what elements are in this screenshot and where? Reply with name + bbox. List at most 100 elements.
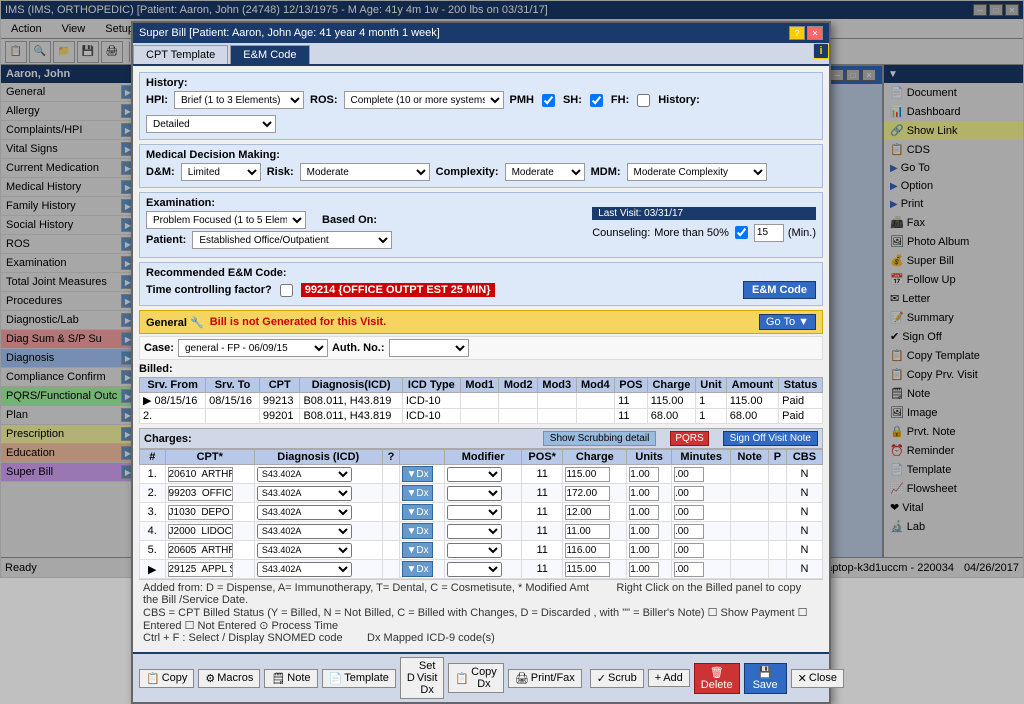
footer-copy-button[interactable]: 📋 Copy	[139, 669, 194, 688]
footer-setvisitdx-button[interactable]: D Set Visit Dx	[400, 657, 445, 699]
footer-copydx-button[interactable]: 📋 Copy Dx	[448, 663, 503, 693]
complexity-select[interactable]: Moderate	[505, 163, 585, 181]
charges-minutes-5[interactable]	[674, 543, 704, 558]
charges-diag-5[interactable]: S43.402AF17.200	[257, 543, 352, 558]
footer-template-button[interactable]: 📄 Template	[322, 669, 396, 688]
billed-row-2[interactable]: 2. 99201 B08.011, H43.819 ICD-10	[140, 409, 823, 424]
charges-row-2[interactable]: 2. S43.402A ▼Dx 11	[140, 484, 823, 503]
ros-select[interactable]: Complete (10 or more systems)	[344, 91, 504, 109]
charges-modifier-5[interactable]	[447, 543, 502, 558]
charges-diag-6[interactable]: S43.402AF17.200	[257, 562, 352, 577]
patient-label: Patient:	[146, 234, 186, 246]
charges-label: Charges:	[144, 433, 192, 445]
dx-btn-2[interactable]: ▼Dx	[402, 485, 432, 501]
tab-cpt-template[interactable]: CPT Template	[133, 45, 228, 64]
charges-cpt-1[interactable]	[168, 467, 233, 482]
charges-row-1[interactable]: 1. S43.402A ▼Dx 11	[140, 465, 823, 484]
counseling-checkbox[interactable]	[735, 226, 748, 239]
dx-btn-1[interactable]: ▼Dx	[402, 466, 432, 482]
recommended-code: 99214 {OFFICE OUTPT EST 25 MIN}	[301, 283, 495, 297]
pmh-checkbox[interactable]	[542, 94, 555, 107]
minutes-input[interactable]	[754, 224, 784, 242]
time-factor-checkbox[interactable]	[280, 284, 293, 297]
show-scrub-button[interactable]: Show Scrubbing detail	[543, 431, 657, 446]
charges-charge-1[interactable]	[565, 467, 610, 482]
charges-diag-1[interactable]: S43.402A	[257, 467, 352, 482]
pqrs-button[interactable]: PQRS	[670, 431, 708, 446]
em-code-button[interactable]: E&M Code	[743, 281, 816, 299]
charges-units-6[interactable]	[629, 562, 659, 577]
charges-charge-5[interactable]	[565, 543, 610, 558]
dx-btn-3[interactable]: ▼Dx	[402, 504, 432, 520]
footer-save-button[interactable]: 💾 Save	[744, 663, 787, 694]
charges-cpt-5[interactable]	[168, 543, 233, 558]
footer-close-button[interactable]: ✕ Close	[791, 669, 844, 688]
tab-em-code[interactable]: E&M Code	[230, 45, 309, 64]
charges-row-5[interactable]: 5. S43.402AF17.200 ▼Dx 11	[140, 541, 823, 560]
charges-row-4[interactable]: 4. S43.402A ▼Dx 11	[140, 522, 823, 541]
charges-units-4[interactable]	[629, 524, 659, 539]
last-visit-display: Last Visit: 03/31/17	[592, 207, 816, 220]
charges-units-2[interactable]	[629, 486, 659, 501]
charges-cpt-2[interactable]	[168, 486, 233, 501]
dm-select[interactable]: Limited	[181, 163, 261, 181]
modal-close-button[interactable]: ✕	[807, 26, 823, 40]
risk-select[interactable]: Moderate	[300, 163, 430, 181]
charges-charge-4[interactable]	[565, 524, 610, 539]
billed-col-mod3: Mod3	[538, 378, 577, 393]
charges-charge-6[interactable]	[565, 562, 610, 577]
dx-btn-4[interactable]: ▼Dx	[402, 523, 432, 539]
mdm-result-select[interactable]: Moderate Complexity	[627, 163, 767, 181]
charges-cpt-6[interactable]	[168, 562, 233, 577]
dx-btn-5[interactable]: ▼Dx	[402, 542, 432, 558]
charges-modifier-6[interactable]	[447, 562, 502, 577]
info-icon[interactable]: i	[813, 43, 829, 59]
hpi-select[interactable]: Brief (1 to 3 Elements)	[174, 91, 304, 109]
dx-btn-6[interactable]: ▼Dx	[402, 561, 432, 577]
charges-charge-3[interactable]	[565, 505, 610, 520]
charges-minutes-4[interactable]	[674, 524, 704, 539]
sign-off-button[interactable]: Sign Off Visit Note	[723, 431, 818, 446]
charges-cpt-4[interactable]	[168, 524, 233, 539]
charges-row-6[interactable]: ▶ S43.402AF17.200 ▼Dx 11	[140, 560, 823, 579]
charges-diag-3[interactable]: S43.402A	[257, 505, 352, 520]
charges-modifier-1[interactable]	[447, 467, 502, 482]
sh-checkbox[interactable]	[590, 94, 603, 107]
footer-macros-button[interactable]: ⚙ Macros	[198, 669, 260, 688]
charges-diag-2[interactable]: S43.402A	[257, 486, 352, 501]
recommended-label: Recommended E&M Code:	[146, 267, 287, 279]
footer-add-button[interactable]: + Add	[648, 669, 690, 687]
examination-select[interactable]: Problem Focused (1 to 5 Eleme...	[146, 211, 306, 229]
charges-charge-2[interactable]	[565, 486, 610, 501]
billed-col-mod4: Mod4	[576, 378, 615, 393]
charges-minutes-1[interactable]	[674, 467, 704, 482]
charges-section: Charges: Show Scrubbing detail PQRS Sign…	[139, 428, 823, 579]
auth-select[interactable]	[389, 339, 469, 357]
charges-row-3[interactable]: 3. S43.402A ▼Dx 11	[140, 503, 823, 522]
history-select[interactable]: Detailed	[146, 115, 276, 133]
charges-header-bar: Charges: Show Scrubbing detail PQRS Sign…	[139, 428, 823, 449]
auth-label: Auth. No.:	[332, 342, 385, 354]
charges-minutes-3[interactable]	[674, 505, 704, 520]
patient-select[interactable]: Established Office/Outpatient	[192, 231, 392, 249]
charges-units-1[interactable]	[629, 467, 659, 482]
charges-modifier-3[interactable]	[447, 505, 502, 520]
billed-row-1[interactable]: ▶ 08/15/16 08/15/16 99213 B08.011, H43.8…	[140, 393, 823, 409]
charges-units-3[interactable]	[629, 505, 659, 520]
charges-units-5[interactable]	[629, 543, 659, 558]
charges-diag-4[interactable]: S43.402A	[257, 524, 352, 539]
charges-minutes-2[interactable]	[674, 486, 704, 501]
charges-cpt-3[interactable]	[168, 505, 233, 520]
go-to-button[interactable]: Go To ▼	[759, 314, 816, 330]
footer-printfax-button[interactable]: 🖨 Print/Fax	[508, 669, 582, 688]
charges-modifier-2[interactable]	[447, 486, 502, 501]
modal-window-controls: ? ✕	[789, 26, 823, 40]
footer-scrub-button[interactable]: ✓ Scrub	[590, 669, 644, 688]
modal-help-button[interactable]: ?	[789, 26, 805, 40]
fh-checkbox[interactable]	[637, 94, 650, 107]
charges-modifier-4[interactable]	[447, 524, 502, 539]
footer-delete-button[interactable]: 🗑 Delete	[694, 663, 740, 694]
charges-minutes-6[interactable]	[674, 562, 704, 577]
footer-note-button[interactable]: 🗒 Note	[264, 669, 317, 688]
case-select[interactable]: general - FP - 06/09/15	[178, 339, 328, 357]
